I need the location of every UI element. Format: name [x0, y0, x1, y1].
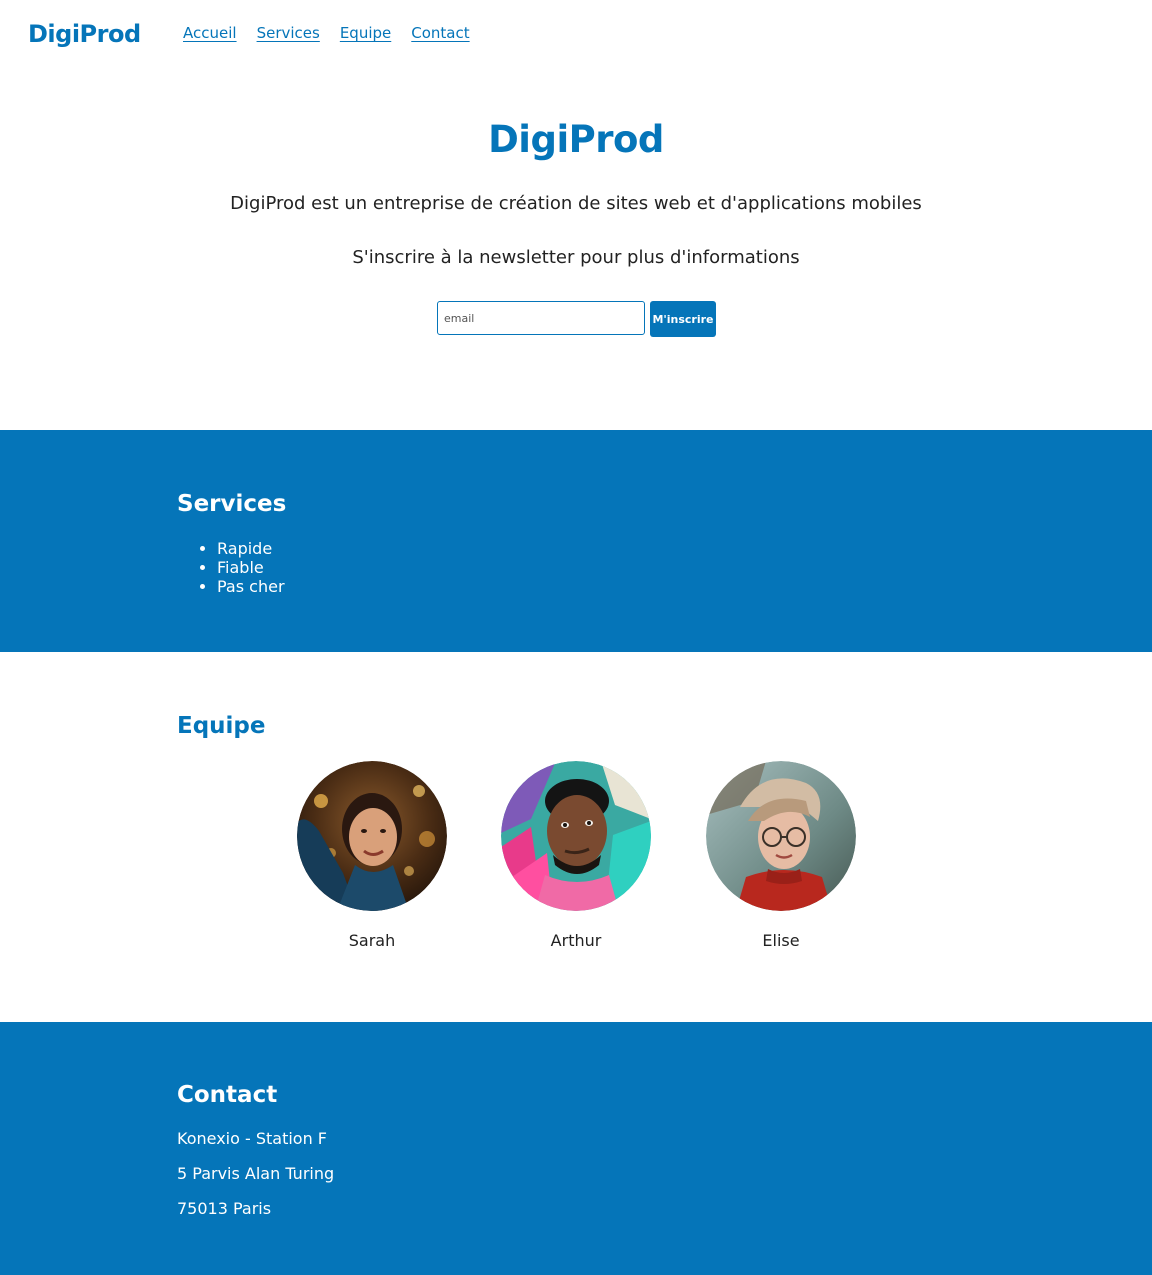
team-member-elise: Elise	[706, 761, 856, 950]
hero-description: DigiProd est un entreprise de création d…	[230, 193, 922, 214]
navbar: DigiProd Accueil Services Equipe Contact	[0, 0, 1152, 70]
nav-link-services[interactable]: Services	[257, 24, 320, 42]
member-name-arthur: Arthur	[550, 931, 602, 950]
email-input[interactable]	[437, 301, 645, 335]
avatar-sarah	[297, 761, 447, 911]
nav-link-accueil[interactable]: Accueil	[183, 24, 237, 42]
nav-link-equipe[interactable]: Equipe	[340, 24, 391, 42]
site-logo[interactable]: DigiProd	[28, 20, 141, 48]
service-item: Fiable	[217, 558, 285, 577]
services-section: Services Rapide Fiable Pas cher	[0, 430, 1152, 652]
contact-line-street: 5 Parvis Alan Turing	[177, 1164, 335, 1183]
services-title: Services	[177, 491, 287, 517]
hero-section: DigiProd DigiProd est un entreprise de c…	[0, 70, 1152, 430]
team-section: Equipe Sarah Arthur Elise	[0, 652, 1152, 1022]
subscribe-button[interactable]: M'inscrire	[650, 301, 716, 337]
team-member-arthur: Arthur	[501, 761, 651, 950]
service-item: Rapide	[217, 539, 285, 558]
newsletter-text: S'inscrire à la newsletter pour plus d'i…	[352, 247, 800, 268]
contact-title: Contact	[177, 1082, 278, 1108]
contact-line-company: Konexio - Station F	[177, 1129, 328, 1148]
contact-line-city: 75013 Paris	[177, 1199, 272, 1218]
newsletter-form: M'inscrire	[437, 301, 716, 337]
service-item: Pas cher	[217, 577, 285, 596]
nav-link-contact[interactable]: Contact	[411, 24, 469, 42]
team-member-sarah: Sarah	[297, 761, 447, 950]
hero-title: DigiProd	[488, 118, 664, 161]
main-nav: Accueil Services Equipe Contact	[183, 24, 470, 42]
contact-section: Contact Konexio - Station F 5 Parvis Ala…	[0, 1022, 1152, 1275]
services-list: Rapide Fiable Pas cher	[217, 539, 285, 596]
team-title: Equipe	[177, 713, 266, 739]
member-name-sarah: Sarah	[348, 931, 396, 950]
member-name-elise: Elise	[762, 931, 800, 950]
avatar-elise	[706, 761, 856, 911]
avatar-arthur	[501, 761, 651, 911]
